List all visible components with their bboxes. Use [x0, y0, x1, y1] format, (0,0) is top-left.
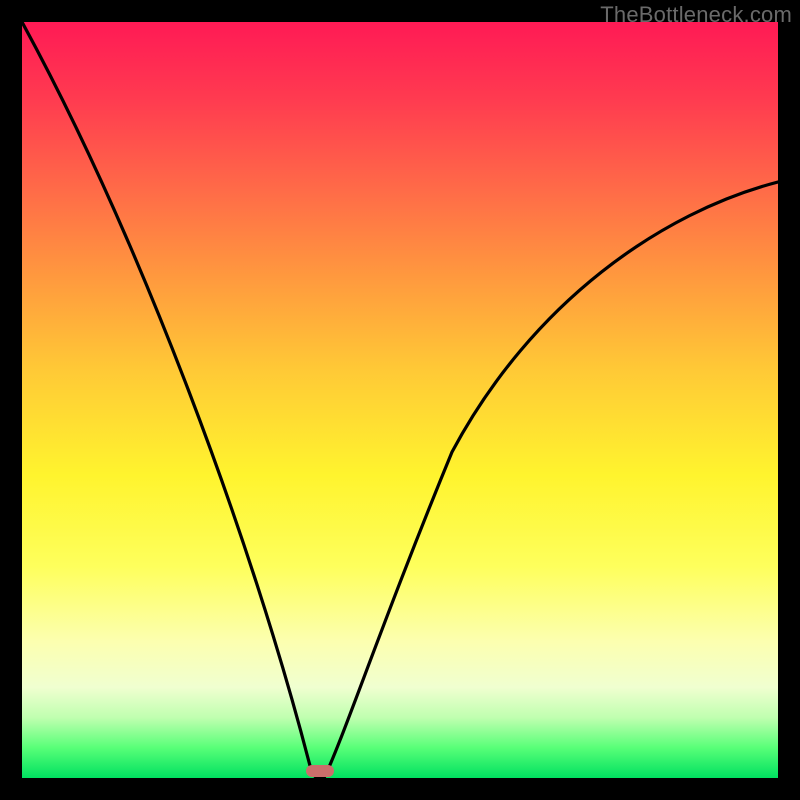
gradient-plot-area: [22, 22, 778, 778]
optimal-marker: [306, 765, 334, 777]
watermark-text: TheBottleneck.com: [600, 2, 792, 28]
